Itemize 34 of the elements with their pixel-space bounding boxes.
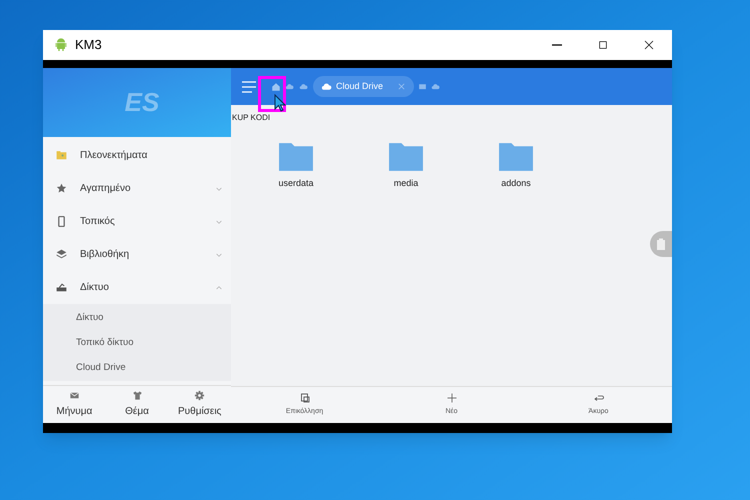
window-title: KM3 xyxy=(75,36,102,54)
sidebar-bottom-button[interactable]: Θέμα xyxy=(106,386,168,423)
android-icon xyxy=(53,37,69,53)
mail-icon xyxy=(68,390,80,401)
star-icon xyxy=(55,182,68,195)
logo-text: ES xyxy=(124,86,160,119)
folder-icon xyxy=(418,82,428,91)
close-icon xyxy=(397,82,406,91)
sidebar-bottom-button[interactable]: Μήνυμα xyxy=(43,386,106,423)
submenu-item[interactable]: Cloud Drive xyxy=(43,356,231,381)
path-label: KUP KODI xyxy=(232,112,270,124)
submenu-item[interactable]: Τοπικό δίκτυο xyxy=(43,331,231,356)
sidebar-item[interactable]: Τοπικός xyxy=(43,205,231,238)
folder-item[interactable]: media xyxy=(371,137,441,190)
sidebar-bottom-button[interactable]: Ρυθμίσεις xyxy=(168,386,232,423)
menu-button[interactable] xyxy=(242,80,256,92)
cloud-icon xyxy=(431,82,440,91)
folder-item[interactable]: userdata xyxy=(261,137,331,190)
cloud-icon xyxy=(321,81,332,92)
sidebar-item[interactable]: Πλεονεκτήματα xyxy=(43,139,231,172)
plus-icon xyxy=(444,392,458,404)
sidebar-item[interactable]: Δίκτυο xyxy=(43,271,231,304)
sidebar-item[interactable]: Βιβλιοθήκη xyxy=(43,238,231,271)
gear-icon xyxy=(194,390,206,401)
home-button[interactable] xyxy=(271,82,281,92)
folder-item[interactable]: addons xyxy=(481,137,551,190)
submenu-item[interactable]: Δίκτυο xyxy=(43,306,231,331)
shirt-icon xyxy=(132,390,142,401)
clipboard-icon xyxy=(656,238,666,250)
cursor-icon xyxy=(274,94,286,112)
layers-icon xyxy=(55,248,68,261)
clipboard-button[interactable] xyxy=(650,231,672,257)
minimize-icon xyxy=(552,44,562,46)
sidebar-item[interactable]: Αγαπημένο xyxy=(43,172,231,205)
